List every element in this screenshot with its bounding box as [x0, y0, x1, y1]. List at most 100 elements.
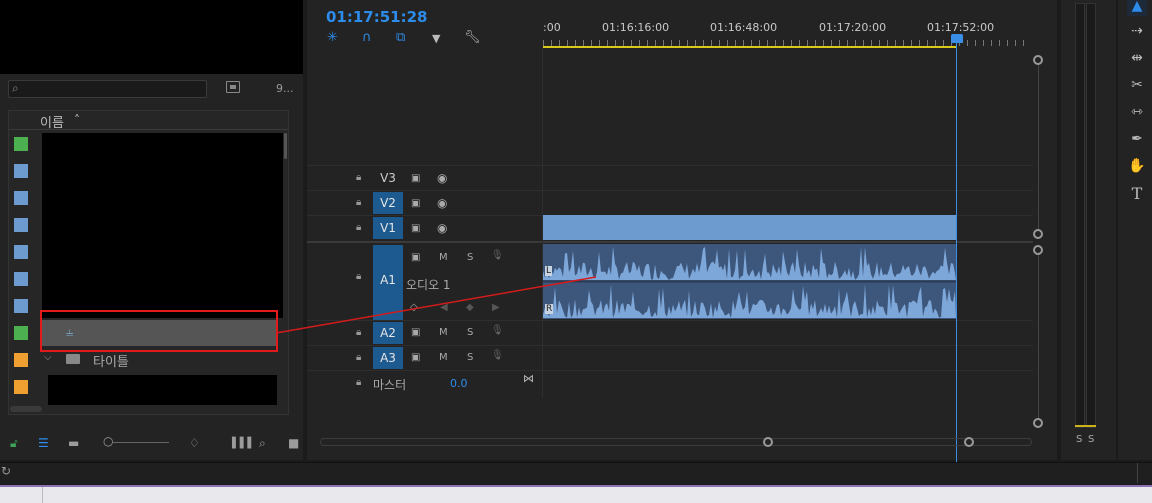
- solo-left-button[interactable]: S: [1076, 434, 1082, 445]
- lock-icon[interactable]: 🔒︎: [356, 172, 361, 183]
- track-a3-label[interactable]: A3: [373, 347, 403, 369]
- microphone-icon[interactable]: 🎙︎: [491, 325, 504, 336]
- label-color-swatch[interactable]: [14, 245, 28, 259]
- sort-ascending-icon[interactable]: ˄: [74, 113, 80, 127]
- slip-tool-icon[interactable]: ⇿: [1127, 104, 1147, 120]
- mute-button[interactable]: M: [439, 352, 448, 363]
- lock-icon[interactable]: 🔒︎: [356, 271, 361, 282]
- lock-icon[interactable]: 🔒︎: [356, 377, 361, 388]
- ruler-label: :00: [543, 21, 561, 34]
- toggle-sync-lock-icon[interactable]: ▣: [411, 352, 420, 363]
- toggle-sync-lock-icon[interactable]: ▣: [411, 223, 420, 234]
- ruler-label: 01:16:48:00: [710, 21, 778, 34]
- toggle-sync-lock-icon[interactable]: ▣: [411, 198, 420, 209]
- label-color-swatch[interactable]: [14, 164, 28, 178]
- label-color-swatch[interactable]: [14, 326, 28, 340]
- hand-tool-icon[interactable]: ✋: [1127, 158, 1147, 174]
- track-v3-label[interactable]: V3: [373, 167, 403, 189]
- solo-button[interactable]: S: [467, 252, 473, 263]
- list-scrollbar[interactable]: [284, 133, 287, 159]
- add-keyframe-icon[interactable]: ◆: [466, 302, 474, 313]
- sort-icon[interactable]: ♢: [189, 436, 200, 450]
- label-color-swatch[interactable]: [14, 137, 28, 151]
- pen-tool-icon[interactable]: ✒: [1127, 131, 1147, 147]
- track-v1-label[interactable]: V1: [373, 217, 403, 239]
- ripple-edit-tool-icon[interactable]: ⇹: [1127, 50, 1147, 66]
- master-volume-value[interactable]: 0.0: [450, 377, 468, 390]
- label-color-swatch[interactable]: [14, 380, 28, 394]
- video-clip[interactable]: [543, 215, 956, 240]
- scroll-handle[interactable]: [1033, 245, 1043, 255]
- new-search-bin-icon[interactable]: [226, 81, 240, 93]
- nest-sequence-icon[interactable]: ✳: [327, 30, 338, 45]
- wrench-icon[interactable]: 🔧︎: [464, 30, 481, 45]
- razor-tool-icon[interactable]: ✂: [1127, 77, 1147, 93]
- eye-icon[interactable]: ◉: [437, 171, 447, 185]
- playhead-handle[interactable]: [951, 34, 963, 43]
- eye-icon[interactable]: ◉: [437, 196, 447, 210]
- toggle-sync-lock-icon[interactable]: ▣: [411, 252, 420, 263]
- track-a1-name[interactable]: 오디오 1: [406, 276, 451, 293]
- toggle-sync-lock-icon[interactable]: ▣: [411, 327, 420, 338]
- scroll-handle[interactable]: [1033, 418, 1043, 428]
- zoom-handle-left[interactable]: [763, 437, 773, 447]
- solo-button[interactable]: S: [467, 327, 473, 338]
- linked-selection-icon[interactable]: ⧉: [396, 30, 405, 45]
- label-color-swatch[interactable]: [14, 218, 28, 232]
- timeline-horizontal-scrollbar[interactable]: [320, 438, 1032, 446]
- eye-icon[interactable]: ◉: [437, 221, 447, 235]
- label-color-swatch[interactable]: [14, 191, 28, 205]
- new-bin-icon[interactable]: ■: [288, 436, 299, 450]
- list-view-icon[interactable]: ☰: [38, 436, 49, 450]
- playhead-line[interactable]: [956, 42, 957, 462]
- audio-clip[interactable]: L R: [543, 244, 956, 319]
- lock-icon[interactable]: 🔒︎: [356, 327, 361, 338]
- lock-icon[interactable]: 🔒︎: [356, 222, 361, 233]
- bin-name[interactable]: 타이틀: [93, 351, 129, 370]
- toggle-sync-lock-icon[interactable]: ▣: [411, 173, 420, 184]
- label-color-swatch[interactable]: [14, 272, 28, 286]
- track-a2-label[interactable]: A2: [373, 322, 403, 344]
- zoom-slider[interactable]: ○: [103, 434, 169, 448]
- selection-tool-icon[interactable]: ▲: [1127, 0, 1147, 16]
- keyframe-icon[interactable]: ◇: [410, 302, 418, 313]
- scroll-handle[interactable]: [1033, 229, 1043, 239]
- solo-button[interactable]: S: [467, 352, 473, 363]
- sync-status-icon[interactable]: ↻: [1, 464, 11, 478]
- lock-icon[interactable]: 🔒︎: [356, 197, 361, 208]
- header-divider: [9, 129, 288, 130]
- video-audio-divider[interactable]: [307, 241, 1033, 243]
- track-select-tool-icon[interactable]: ⇢: [1127, 23, 1147, 39]
- scroll-handle[interactable]: [1033, 55, 1043, 65]
- lock-icon[interactable]: 🔒︎: [356, 352, 361, 363]
- next-keyframe-icon[interactable]: ▶: [492, 302, 500, 313]
- microphone-icon[interactable]: 🎙︎: [491, 350, 504, 361]
- track-v2-label[interactable]: V2: [373, 192, 403, 214]
- lock-icon[interactable]: 🔓︎: [10, 436, 18, 451]
- find-icon[interactable]: ⌕: [259, 436, 266, 451]
- type-tool-icon[interactable]: T: [1127, 184, 1147, 203]
- zoom-handle-right[interactable]: [964, 437, 974, 447]
- video-vertical-scrollbar[interactable]: [1038, 60, 1039, 233]
- icon-view-icon[interactable]: ▬: [68, 436, 79, 450]
- mute-button[interactable]: M: [439, 327, 448, 338]
- mute-button[interactable]: M: [439, 252, 448, 263]
- track-a1-label[interactable]: A1: [373, 245, 403, 320]
- work-area-bar[interactable]: [543, 46, 956, 48]
- project-search-input[interactable]: ⌕: [8, 80, 207, 98]
- meter-peak-line: [1075, 425, 1096, 427]
- taskbar: [0, 487, 1152, 503]
- go-to-end-icon[interactable]: ⋈: [523, 372, 534, 385]
- add-marker-icon[interactable]: ▼: [432, 32, 440, 45]
- solo-right-button[interactable]: S: [1088, 434, 1094, 445]
- project-horizontal-scrollbar[interactable]: [10, 406, 42, 412]
- playhead-timecode[interactable]: 01:17:51:28: [326, 8, 428, 26]
- label-color-swatch[interactable]: [14, 299, 28, 313]
- chevron-down-icon[interactable]: ⌵: [44, 352, 52, 363]
- label-color-swatch[interactable]: [14, 353, 28, 367]
- microphone-icon[interactable]: 🎙︎: [491, 250, 504, 261]
- automate-icon[interactable]: ▐▐▐: [228, 438, 251, 449]
- prev-keyframe-icon[interactable]: ◀: [440, 302, 448, 313]
- audio-vertical-scrollbar[interactable]: [1038, 250, 1039, 423]
- snap-icon[interactable]: ∩: [362, 30, 372, 45]
